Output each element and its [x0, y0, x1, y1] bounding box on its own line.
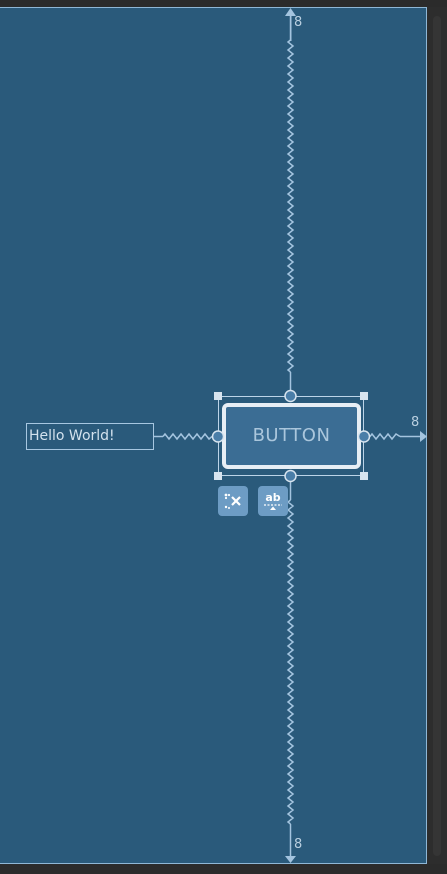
right-anchor[interactable]: [357, 430, 371, 443]
left-anchor[interactable]: [211, 430, 225, 443]
baseline-icon: ab: [264, 491, 282, 510]
top-anchor[interactable]: [284, 389, 297, 403]
bottom-anchor[interactable]: [284, 469, 297, 483]
layout-editor: 8 8 8 Hello World! BUTTON ab: [0, 0, 447, 874]
baseline-button[interactable]: ab: [258, 486, 288, 516]
anchor-layer: [211, 389, 371, 483]
clear-constraints-icon: [224, 493, 241, 509]
svg-text:ab: ab: [265, 491, 280, 504]
clear-constraints-button[interactable]: [218, 486, 248, 516]
